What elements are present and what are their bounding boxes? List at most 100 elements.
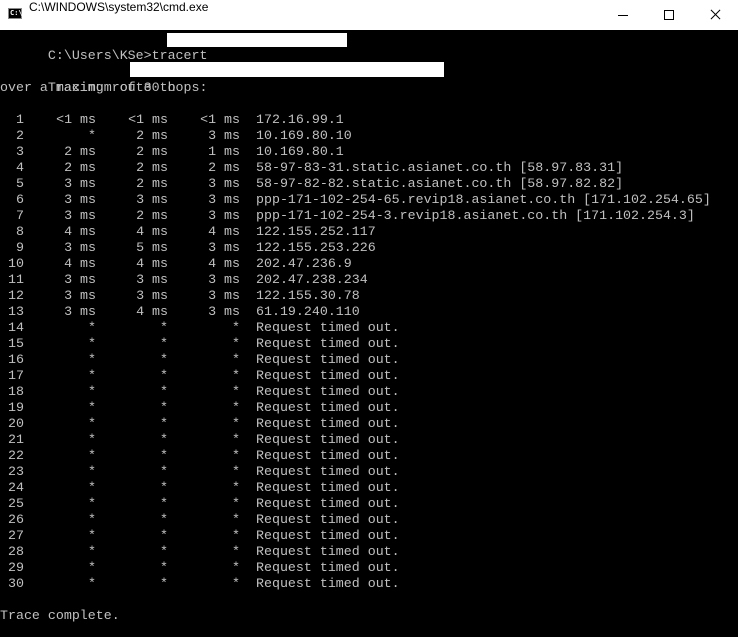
probe-time-2: * xyxy=(160,384,168,399)
hop-number: 13 xyxy=(8,304,24,319)
hop-host: 122.155.30.78 xyxy=(256,288,360,303)
hop-host: Request timed out. xyxy=(256,336,400,351)
minimize-button[interactable] xyxy=(600,0,646,30)
hop-number: 25 xyxy=(8,496,24,511)
probe-time-3: * xyxy=(232,320,240,335)
probe-time-2: * xyxy=(160,320,168,335)
hop-number: 27 xyxy=(8,528,24,543)
probe-time-3: * xyxy=(232,560,240,575)
hop-row: 12 3 ms 3 ms 3 ms 122.155.30.78 xyxy=(0,288,738,304)
probe-time-2: * xyxy=(160,576,168,591)
hop-host: 172.16.99.1 xyxy=(256,112,344,127)
hop-number: 19 xyxy=(8,400,24,415)
hop-number: 20 xyxy=(8,416,24,431)
redacted-target xyxy=(167,33,347,47)
probe-time-3: * xyxy=(232,464,240,479)
redacted-destination xyxy=(130,62,444,77)
probe-time-3: 4 ms xyxy=(208,256,240,271)
probe-time-3: * xyxy=(232,528,240,543)
probe-time-1: * xyxy=(88,320,96,335)
hop-host: Request timed out. xyxy=(256,416,400,431)
hop-host: 202.47.238.234 xyxy=(256,272,368,287)
probe-time-1: * xyxy=(88,528,96,543)
hop-host: Request timed out. xyxy=(256,320,400,335)
hop-number: 18 xyxy=(8,384,24,399)
prompt-command: C:\Users\KSe>tracert xyxy=(47,48,208,63)
probe-time-2: * xyxy=(160,336,168,351)
hop-host: Request timed out. xyxy=(256,480,400,495)
hop-row: 30 * * * Request timed out. xyxy=(0,576,738,592)
hop-row: 25 * * * Request timed out. xyxy=(0,496,738,512)
hop-row: 10 4 ms 4 ms 4 ms 202.47.236.9 xyxy=(0,256,738,272)
probe-time-1: 3 ms xyxy=(64,176,96,191)
max-hops-line: over a maximum of 30 hops: xyxy=(0,80,208,95)
close-button[interactable] xyxy=(692,0,738,30)
hop-row: 23 * * * Request timed out. xyxy=(0,464,738,480)
hop-host: Request timed out. xyxy=(256,400,400,415)
hop-number: 15 xyxy=(8,336,24,351)
title-bar[interactable]: C:\ C:\WINDOWS\system32\cmd.exe xyxy=(0,0,738,30)
hop-host: ppp-171-102-254-65.revip18.asianet.co.th… xyxy=(256,192,711,207)
hop-number: 7 xyxy=(16,208,24,223)
probe-time-2: * xyxy=(160,416,168,431)
probe-time-1: 4 ms xyxy=(64,256,96,271)
probe-time-1: * xyxy=(88,432,96,447)
hop-host: 58-97-83-31.static.asianet.co.th [58.97.… xyxy=(256,160,624,175)
hop-host: Request timed out. xyxy=(256,560,400,575)
hop-row: 4 2 ms 2 ms 2 ms 58-97-83-31.static.asianet.… xyxy=(0,160,738,176)
hop-host: Request timed out. xyxy=(256,464,400,479)
hop-number: 11 xyxy=(8,272,24,287)
probe-time-2: 4 ms xyxy=(136,304,168,319)
probe-time-3: * xyxy=(232,384,240,399)
probe-time-3: * xyxy=(232,544,240,559)
probe-time-3: 3 ms xyxy=(208,128,240,143)
hop-row: 8 4 ms 4 ms 4 ms 122.155.252.117 xyxy=(0,224,738,240)
probe-time-2: 2 ms xyxy=(136,176,168,191)
hop-number: 6 xyxy=(16,192,24,207)
hop-row: 6 3 ms 3 ms 3 ms ppp-171-102-254-65.revip18.… xyxy=(0,192,738,208)
maximize-button[interactable] xyxy=(646,0,692,30)
hop-row: 2 * 2 ms 3 ms 10.169.80.10 xyxy=(0,128,738,144)
hop-host: Request timed out. xyxy=(256,448,400,463)
hop-host: Request timed out. xyxy=(256,432,400,447)
probe-time-2: * xyxy=(160,368,168,383)
hop-host: 58-97-82-82.static.asianet.co.th [58.97.… xyxy=(256,176,624,191)
probe-time-1: * xyxy=(88,576,96,591)
probe-time-1: * xyxy=(88,448,96,463)
probe-time-3: * xyxy=(232,416,240,431)
probe-time-1: 3 ms xyxy=(64,208,96,223)
probe-time-3: 3 ms xyxy=(208,192,240,207)
hop-row: 9 3 ms 5 ms 3 ms 122.155.253.226 xyxy=(0,240,738,256)
probe-time-3: 3 ms xyxy=(208,272,240,287)
hop-row: 28 * * * Request timed out. xyxy=(0,544,738,560)
probe-time-3: 4 ms xyxy=(208,224,240,239)
hop-host: ppp-171-102-254-3.revip18.asianet.co.th … xyxy=(256,208,695,223)
hop-number: 29 xyxy=(8,560,24,575)
probe-time-3: 3 ms xyxy=(208,176,240,191)
probe-time-2: 3 ms xyxy=(136,272,168,287)
probe-time-2: 2 ms xyxy=(136,128,168,143)
hop-number: 30 xyxy=(8,576,24,591)
probe-time-1: * xyxy=(88,544,96,559)
probe-time-2: <1 ms xyxy=(128,112,168,127)
cmd-icon[interactable]: C:\ xyxy=(8,8,23,19)
hop-row: 7 3 ms 2 ms 3 ms ppp-171-102-254-3.revip18.a… xyxy=(0,208,738,224)
hop-number: 3 xyxy=(16,144,24,159)
hop-row: 27 * * * Request timed out. xyxy=(0,528,738,544)
hop-row: 14 * * * Request timed out. xyxy=(0,320,738,336)
hop-host: 10.169.80.1 xyxy=(256,144,344,159)
probe-time-1: 2 ms xyxy=(64,160,96,175)
hop-number: 17 xyxy=(8,368,24,383)
probe-time-2: * xyxy=(160,560,168,575)
hop-number: 4 xyxy=(16,160,24,175)
hop-row: 5 3 ms 2 ms 3 ms 58-97-82-82.static.asianet.… xyxy=(0,176,738,192)
hop-number: 2 xyxy=(16,128,24,143)
probe-time-2: * xyxy=(160,480,168,495)
hop-host: Request timed out. xyxy=(256,496,400,511)
hop-row: 19 * * * Request timed out. xyxy=(0,400,738,416)
probe-time-1: * xyxy=(88,400,96,415)
console-output[interactable]: C:\Users\KSe>tracert Tracing route to ov… xyxy=(0,32,738,637)
hop-host: Request timed out. xyxy=(256,512,400,527)
hop-host: 10.169.80.10 xyxy=(256,128,352,143)
window-title: C:\WINDOWS\system32\cmd.exe xyxy=(29,0,209,14)
